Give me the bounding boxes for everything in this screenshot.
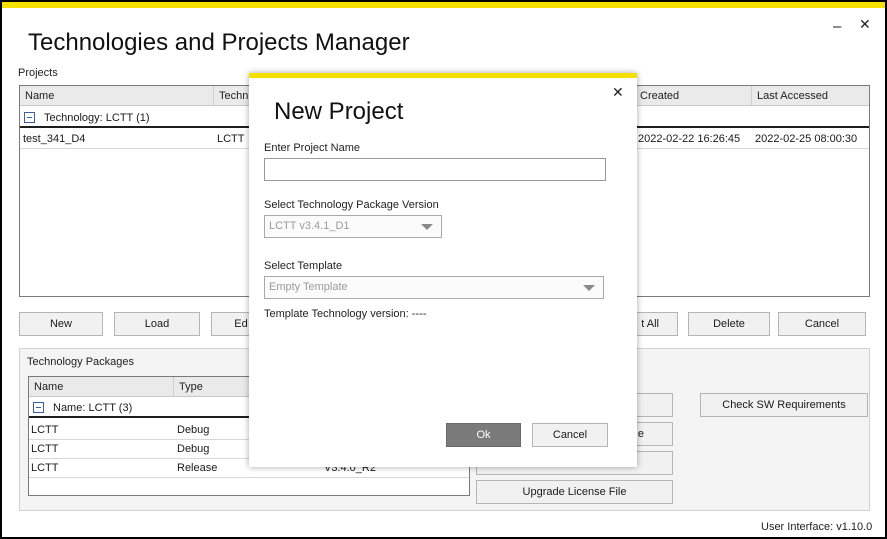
package-name-cell: LCTT (31, 462, 59, 474)
check-sw-requirements-button[interactable]: Check SW Requirements (700, 393, 868, 417)
package-name-cell: LCTT (31, 424, 59, 436)
template-select[interactable]: Empty Template (264, 276, 604, 299)
ok-button[interactable]: Ok (446, 423, 521, 447)
projects-label: Projects (18, 67, 58, 79)
package-type-cell: Debug (177, 424, 210, 436)
dialog-title: New Project (274, 98, 404, 125)
template-label: Select Template (264, 260, 343, 272)
group-label: Technology: LCTT (1) (44, 112, 150, 124)
project-last-accessed-cell: 2022-02-25 08:00:30 (755, 133, 858, 145)
collapse-icon[interactable] (24, 112, 35, 123)
col-name[interactable]: Name (20, 86, 214, 106)
collapse-icon[interactable] (33, 402, 44, 413)
chevron-down-icon (421, 224, 433, 230)
app-title: Technologies and Projects Manager (28, 29, 410, 56)
close-window-button[interactable]: ✕ (859, 16, 871, 33)
project-name-cell: test_341_D4 (23, 133, 86, 145)
project-name-input[interactable] (264, 158, 606, 181)
minimize-button[interactable]: – (833, 18, 841, 35)
dialog-close-button[interactable]: ✕ (612, 84, 624, 101)
package-type-cell: Debug (177, 443, 210, 455)
cancel-button[interactable]: Cancel (778, 312, 866, 336)
package-type-cell: Release (177, 462, 218, 474)
tech-version-select[interactable]: LCTT v3.4.1_D1 (264, 215, 442, 238)
template-value: Empty Template (269, 281, 348, 293)
dialog-cancel-button[interactable]: Cancel (532, 423, 608, 447)
package-name-cell: LCTT (31, 443, 59, 455)
group-label: Name: LCTT (3) (53, 402, 133, 414)
col-package-name[interactable]: Name (29, 377, 174, 397)
project-created-cell: 2022-02-22 16:26:45 (638, 133, 741, 145)
new-button[interactable]: New (19, 312, 103, 336)
delete-button[interactable]: Delete (688, 312, 770, 336)
version-footer: User Interface: v1.10.0 (761, 521, 873, 533)
row-divider (29, 477, 469, 478)
template-tech-version-text: Template Technology version: ---- (264, 308, 427, 320)
col-created[interactable]: Created (635, 86, 752, 106)
technology-packages-label: Technology Packages (27, 356, 135, 368)
project-tech-cell: LCTT (217, 133, 245, 145)
upgrade-license-file-button[interactable]: Upgrade License File (476, 480, 673, 504)
tech-version-label: Select Technology Package Version (264, 199, 439, 211)
tech-version-value: LCTT v3.4.1_D1 (269, 220, 350, 232)
project-name-label: Enter Project Name (264, 142, 360, 154)
load-button[interactable]: Load (114, 312, 200, 336)
col-package-type[interactable]: Type (174, 377, 254, 397)
new-project-dialog: New Project ✕ Enter Project Name Select … (249, 73, 637, 467)
chevron-down-icon (583, 285, 595, 291)
col-last-accessed[interactable]: Last Accessed (752, 86, 871, 106)
